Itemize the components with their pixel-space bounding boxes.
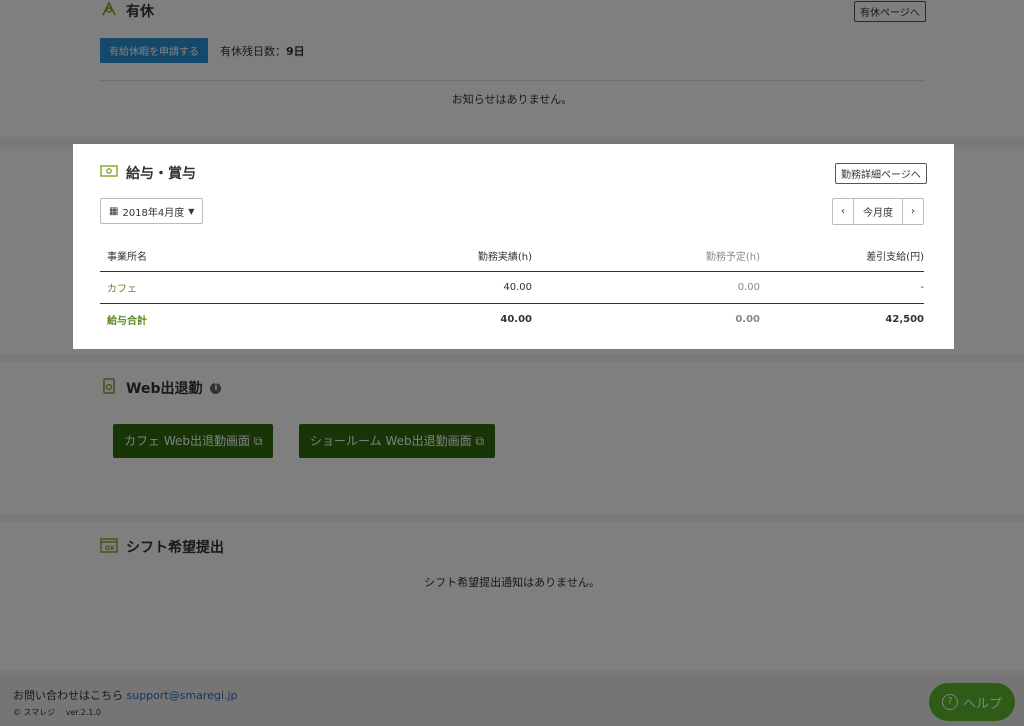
current-month-button[interactable]: 今月度 [854, 199, 903, 224]
calendar-icon: OX [100, 537, 118, 557]
web-attendance-title: Web出退勤 [126, 381, 203, 397]
total-net-pay: 42,500 [885, 313, 924, 325]
paid-leave-page-button[interactable]: 有休ページへ [854, 1, 926, 22]
total-label: 給与合計 [107, 315, 147, 327]
next-month-button[interactable]: › [903, 199, 923, 224]
salary-panel: 給与・賞与 勤務詳細ページへ ▦ 2018年4月度 ▼ ‹ 今月度 › 事業所名… [73, 144, 954, 349]
actual-hours: 40.00 [503, 281, 532, 293]
footer: お問い合わせはこちら support@smaregi.jp © スマレジ ver… [0, 675, 1024, 726]
table-row: カフェ 40.00 0.00 - [100, 271, 924, 304]
shift-notice: シフト希望提出通知はありません。 [424, 576, 600, 589]
caret-down-icon: ▼ [188, 206, 195, 216]
copyright: © スマレジ ver.2.1.0 [13, 707, 101, 718]
info-icon[interactable]: i [210, 382, 222, 394]
col-planned: 勤務予定(h) [705, 251, 760, 263]
shift-title: シフト希望提出 [126, 540, 224, 556]
calendar-small-icon: ▦ [109, 205, 119, 217]
showroom-attendance-button[interactable]: ショールーム Web出退勤画面 ⧉ [299, 424, 496, 458]
salary-title: 給与・賞与 [126, 166, 196, 182]
help-icon: ? [941, 694, 958, 710]
showroom-attendance-label: ショールーム Web出退勤画面 [310, 434, 472, 448]
col-pay: 差引支給(円) [866, 251, 924, 263]
help-button[interactable]: ? ヘルプ [929, 683, 1015, 721]
help-label: ヘルプ [962, 696, 1002, 712]
table-header: 事業所名 勤務実績(h) 勤務予定(h) 差引支給(円) [100, 239, 924, 272]
total-row: 給与合計 40.00 0.00 42,500 [100, 303, 924, 335]
punch-clock-icon [100, 377, 118, 399]
office-link[interactable]: カフェ [100, 280, 307, 295]
svg-text:OX: OX [105, 545, 115, 552]
cafe-attendance-button[interactable]: カフェ Web出退勤画面 ⧉ [113, 424, 274, 458]
copyright-text: © スマレジ [13, 708, 56, 717]
paid-leave-header: 有休 [100, 0, 154, 22]
month-nav: ‹ 今月度 › [832, 198, 924, 225]
total-actual-hours: 40.00 [500, 313, 532, 325]
web-attendance-section: Web出退勤 i カフェ Web出退勤画面 ⧉ ショールーム Web出退勤画面 … [0, 362, 1024, 514]
remaining-leave-value: 9日 [286, 45, 305, 58]
work-detail-button[interactable]: 勤務詳細ページへ [835, 163, 927, 184]
shift-header: OX シフト希望提出 [100, 537, 224, 557]
paid-leave-notice: お知らせはありません。 [451, 93, 573, 106]
col-actual: 勤務実績(h) [477, 251, 532, 263]
prev-month-button[interactable]: ‹ [833, 199, 854, 224]
salary-header: 給与・賞与 [100, 163, 196, 183]
web-attendance-header: Web出退勤 i [100, 377, 222, 399]
contact-email-link[interactable]: support@smaregi.jp [127, 689, 238, 702]
shift-section: OX シフト希望提出 シフト希望提出通知はありません。 [0, 522, 1024, 670]
paid-leave-section: 有休 有休ページへ 有給休暇を申請する 有休残日数：9日 お知らせはありません。 [0, 0, 1024, 137]
period-value: 2018年4月度 [122, 207, 185, 219]
external-link-icon: ⧉ [475, 434, 485, 448]
divider [100, 80, 924, 81]
remaining-leave: 有休残日数：9日 [220, 43, 305, 59]
apply-leave-button[interactable]: 有給休暇を申請する [100, 38, 208, 63]
external-link-icon: ⧉ [253, 434, 263, 448]
version: ver.2.1.0 [65, 708, 101, 717]
paid-leave-title: 有休 [126, 4, 154, 20]
contact: お問い合わせはこちら support@smaregi.jp [13, 687, 238, 703]
total-planned-hours: 0.00 [735, 313, 760, 325]
contact-label: お問い合わせはこちら [13, 689, 123, 702]
paid-leave-icon [100, 0, 118, 22]
period-dropdown[interactable]: ▦ 2018年4月度 ▼ [100, 198, 204, 224]
remaining-leave-label: 有休残日数： [220, 45, 286, 58]
net-pay: - [920, 281, 924, 293]
planned-hours: 0.00 [737, 281, 760, 293]
col-office: 事業所名 [107, 251, 147, 263]
cafe-attendance-label: カフェ Web出退勤画面 [124, 434, 250, 448]
money-icon [100, 165, 118, 181]
